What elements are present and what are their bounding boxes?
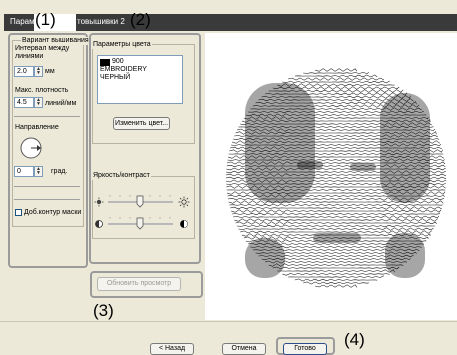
footer-divider bbox=[0, 321, 457, 322]
brightness-low-icon bbox=[94, 197, 104, 207]
color-swatch bbox=[100, 59, 110, 66]
spin-down-icon[interactable]: ▼ bbox=[35, 71, 42, 76]
interval-unit: мм bbox=[45, 68, 55, 75]
direction-dial-icon[interactable] bbox=[18, 135, 44, 161]
angle-spin-buttons[interactable]: ▲ ▼ bbox=[34, 166, 43, 177]
portrait-stitch-preview bbox=[225, 68, 447, 288]
shade-region bbox=[313, 233, 361, 243]
cancel-button[interactable]: Отмена bbox=[222, 343, 266, 355]
interval-input[interactable]: 2.0 bbox=[14, 66, 34, 77]
color-list[interactable]: 900 EMBROIDERY ЧЕРНЫЙ bbox=[97, 55, 183, 104]
title-bar: Парам товышивки 2 bbox=[4, 14, 457, 31]
embroidery-preview bbox=[205, 33, 457, 320]
brightness-contrast-sliders bbox=[94, 195, 190, 230]
extra-contour-label[interactable]: Доб.контур маски bbox=[24, 209, 81, 217]
density-spin-buttons[interactable]: ▲ ▼ bbox=[34, 97, 43, 108]
color-code: 900 bbox=[112, 58, 124, 65]
density-input[interactable]: 4.5 bbox=[14, 97, 34, 108]
extra-contour-checkbox[interactable] bbox=[15, 209, 22, 216]
shade-region bbox=[297, 161, 323, 169]
callout-2: (2) bbox=[130, 10, 151, 29]
shade-region bbox=[380, 93, 430, 203]
interval-spin-buttons[interactable]: ▲ ▼ bbox=[34, 66, 43, 77]
spin-down-icon[interactable]: ▼ bbox=[35, 171, 42, 176]
contrast-slider-thumb[interactable] bbox=[136, 217, 144, 230]
spin-down-icon[interactable]: ▼ bbox=[35, 102, 42, 107]
shade-region bbox=[245, 238, 285, 278]
callout-4: (4) bbox=[344, 330, 365, 349]
finish-button[interactable]: Готово bbox=[283, 343, 327, 355]
divider bbox=[14, 116, 80, 117]
callout-1: (1) bbox=[35, 10, 56, 29]
contrast-high-icon bbox=[180, 220, 188, 228]
brightness-high-icon bbox=[178, 196, 190, 208]
shade-region bbox=[245, 83, 315, 203]
change-color-button[interactable]: Изменить цвет... bbox=[113, 117, 170, 130]
title-right: товышивки 2 bbox=[77, 17, 125, 26]
shade-region bbox=[350, 163, 376, 171]
back-button[interactable]: < Назад bbox=[150, 343, 194, 355]
angle-unit: град. bbox=[51, 168, 68, 175]
contrast-low-icon bbox=[95, 220, 103, 228]
title-left: Парам bbox=[10, 17, 35, 26]
density-label: Макс. плотность bbox=[15, 87, 69, 94]
direction-label: Направление bbox=[15, 124, 59, 131]
divider bbox=[14, 199, 80, 200]
color-name: ЧЕРНЫЙ bbox=[100, 74, 131, 81]
refresh-preview-button[interactable]: Обновить просмотр bbox=[97, 277, 181, 291]
angle-input[interactable]: 0 bbox=[14, 166, 34, 177]
color-group-title: Параметры цвета bbox=[92, 41, 152, 49]
brightness-slider-thumb[interactable] bbox=[136, 195, 144, 208]
brightness-group-title: Яркость/контраст bbox=[92, 172, 151, 180]
callout-3: (3) bbox=[93, 301, 114, 320]
embroidery-group-title: Вариант вышивания bbox=[21, 37, 90, 45]
color-brand: EMBROIDERY bbox=[100, 66, 147, 73]
density-unit: линий/мм bbox=[45, 100, 77, 107]
shade-region bbox=[385, 233, 425, 278]
embroidery-dialog: Парам товышивки 2 (1) (2) (3) (4) Вариан… bbox=[0, 0, 457, 355]
divider bbox=[14, 186, 80, 187]
interval-label: Интервал между линиями bbox=[15, 45, 70, 60]
